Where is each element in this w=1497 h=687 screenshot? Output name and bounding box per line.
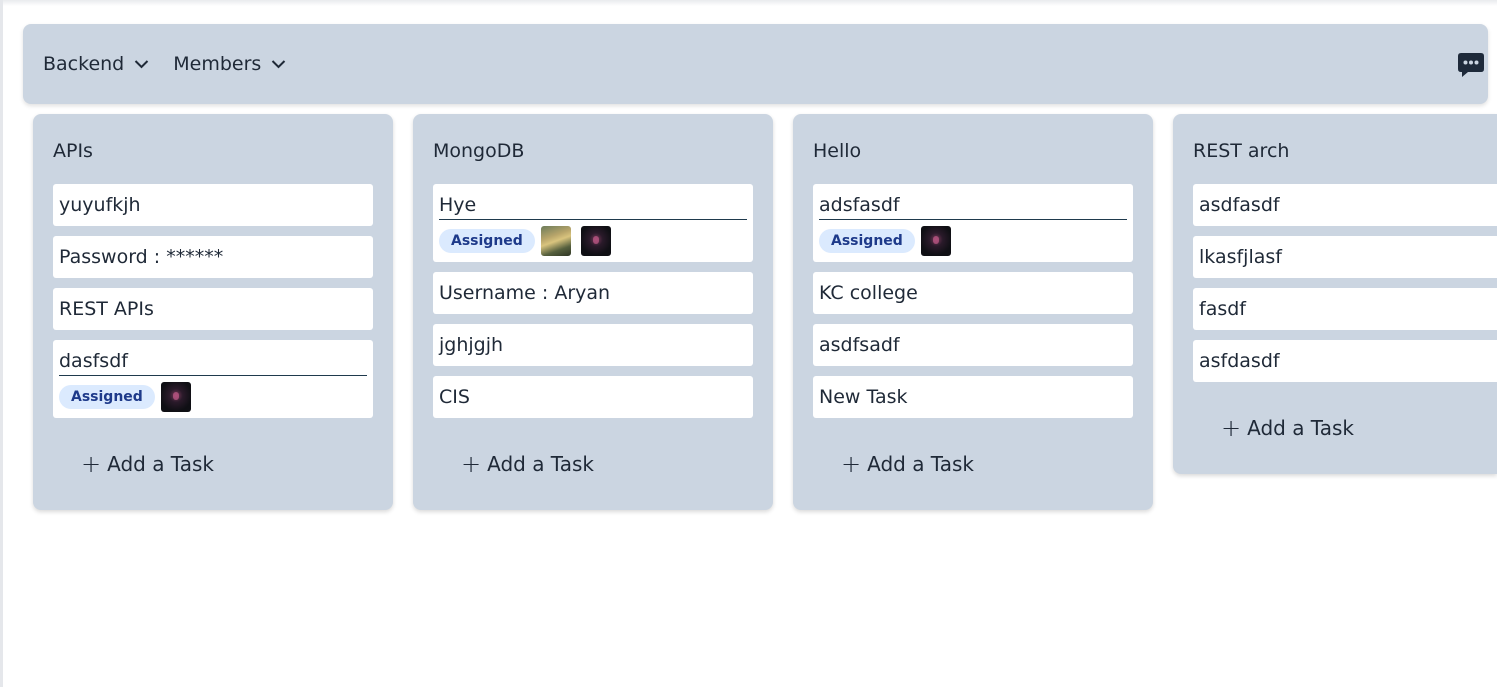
member-avatar[interactable]: [921, 226, 951, 256]
add-task-label: Add a Task: [1247, 416, 1354, 440]
task-card[interactable]: New Task: [813, 376, 1133, 418]
task-card[interactable]: Hye Assigned: [433, 184, 753, 262]
task-title: fasdf: [1199, 298, 1246, 320]
column-title: MongoDB: [433, 140, 525, 162]
chat-button[interactable]: [1457, 52, 1485, 78]
plus-icon: +: [841, 450, 862, 478]
member-avatar[interactable]: [541, 226, 571, 256]
plus-icon: +: [81, 450, 102, 478]
members-dropdown[interactable]: Members: [173, 53, 286, 75]
divider: [439, 219, 747, 220]
member-avatar[interactable]: [161, 382, 191, 412]
window-left-edge: [0, 0, 3, 687]
column-rest-arch: REST arch asdfasdf lkasfjlasf fasdf asfd…: [1173, 114, 1497, 474]
task-card[interactable]: asdfasdf: [1193, 184, 1497, 226]
column-hello: Hello adsfasdf Assigned KC college asdfs…: [793, 114, 1153, 510]
task-title: CIS: [439, 386, 470, 408]
chevron-down-icon: [135, 60, 149, 69]
assigned-badge: Assigned: [819, 229, 915, 253]
column-title: Hello: [813, 140, 862, 162]
task-card[interactable]: fasdf: [1193, 288, 1497, 330]
task-title: asfdasdf: [1199, 350, 1280, 372]
member-avatar[interactable]: [581, 226, 611, 256]
task-card[interactable]: asfdasdf: [1193, 340, 1497, 382]
task-title: asdfasdf: [1199, 194, 1280, 216]
task-card[interactable]: Password : ******: [53, 236, 373, 278]
divider: [59, 375, 367, 376]
column-title: REST arch: [1193, 140, 1290, 162]
add-task-button[interactable]: + Add a Task: [461, 452, 594, 476]
task-title: Password : ******: [59, 246, 224, 268]
task-card[interactable]: REST APIs: [53, 288, 373, 330]
task-title: adsfasdf: [819, 194, 900, 216]
task-card[interactable]: asdfsadf: [813, 324, 1133, 366]
board-dropdown[interactable]: Backend: [43, 53, 149, 75]
task-title: Username : Aryan: [439, 282, 611, 304]
column-apis: APIs yuyufkjh Password : ****** REST API…: [33, 114, 393, 510]
board-dropdown-label: Backend: [43, 53, 125, 75]
task-title: dasfsdf: [59, 350, 128, 372]
assigned-badge: Assigned: [439, 229, 535, 253]
add-task-button[interactable]: + Add a Task: [841, 452, 974, 476]
plus-icon: +: [461, 450, 482, 478]
column-title: APIs: [53, 140, 93, 162]
task-card[interactable]: lkasfjlasf: [1193, 236, 1497, 278]
assigned-badge: Assigned: [59, 385, 155, 409]
task-card[interactable]: dasfsdf Assigned: [53, 340, 373, 418]
members-dropdown-label: Members: [173, 53, 262, 75]
task-title: asdfsadf: [819, 334, 900, 356]
task-card[interactable]: KC college: [813, 272, 1133, 314]
task-title: KC college: [819, 282, 918, 304]
add-task-button[interactable]: + Add a Task: [81, 452, 214, 476]
chat-bubble-icon: [1458, 53, 1484, 77]
task-title: REST APIs: [59, 298, 154, 320]
task-title: Hye: [439, 194, 477, 216]
column-mongodb: MongoDB Hye Assigned Username : Aryan jg…: [413, 114, 773, 510]
add-task-label: Add a Task: [867, 452, 974, 476]
task-card[interactable]: jghjgjh: [433, 324, 753, 366]
task-card[interactable]: adsfasdf Assigned: [813, 184, 1133, 262]
chevron-down-icon: [272, 60, 286, 69]
board-header: Backend Members: [23, 24, 1488, 104]
add-task-button[interactable]: + Add a Task: [1221, 416, 1354, 440]
task-card[interactable]: yuyufkjh: [53, 184, 373, 226]
task-title: jghjgjh: [439, 334, 504, 356]
divider: [819, 219, 1127, 220]
add-task-label: Add a Task: [107, 452, 214, 476]
task-title: New Task: [819, 386, 908, 408]
task-card[interactable]: CIS: [433, 376, 753, 418]
task-title: yuyufkjh: [59, 194, 141, 216]
top-edge: [0, 0, 1497, 6]
task-title: lkasfjlasf: [1199, 246, 1282, 268]
task-card[interactable]: Username : Aryan: [433, 272, 753, 314]
plus-icon: +: [1221, 414, 1242, 442]
add-task-label: Add a Task: [487, 452, 594, 476]
